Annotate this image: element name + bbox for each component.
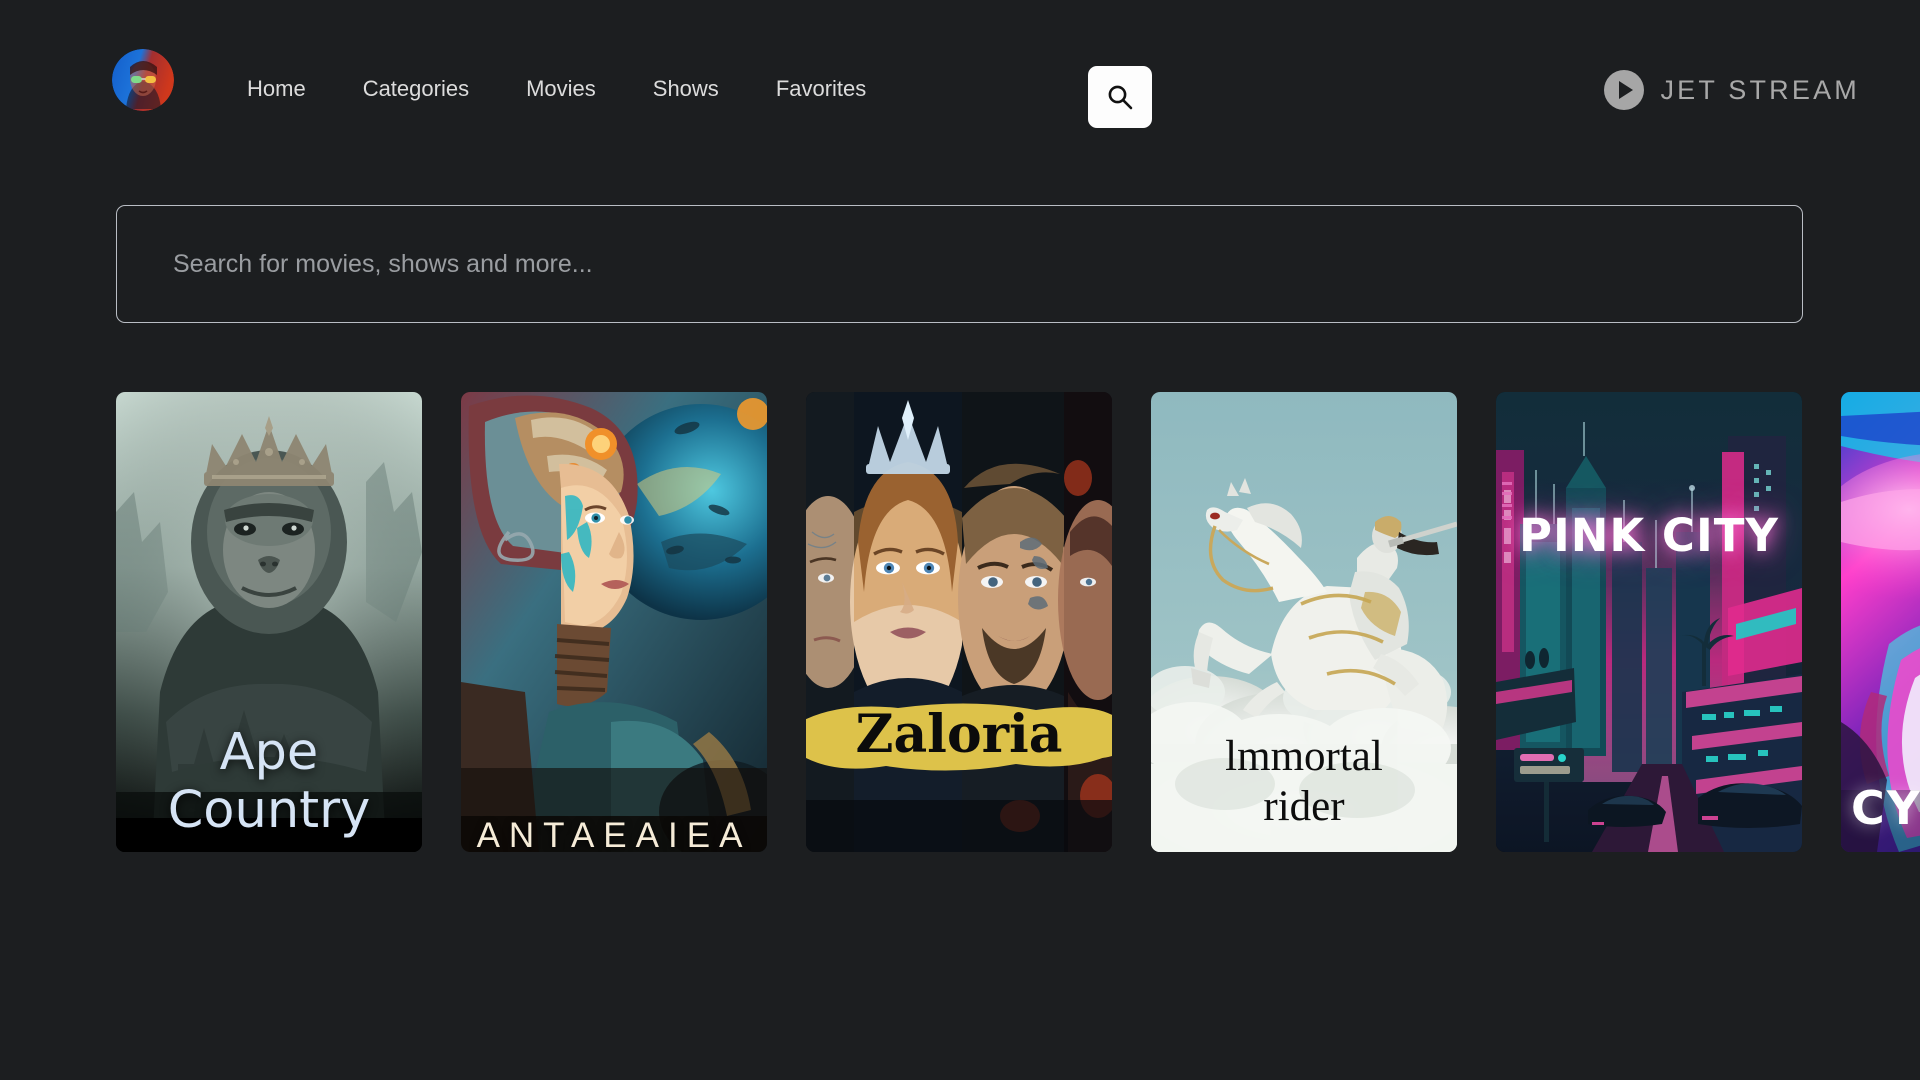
search-input[interactable] — [173, 206, 1802, 322]
brand-logo: JET STREAM — [1604, 70, 1860, 110]
nav-item-movies[interactable]: Movies — [526, 74, 596, 104]
nav-item-categories[interactable]: Categories — [363, 74, 469, 104]
nav-item-favorites[interactable]: Favorites — [776, 74, 866, 104]
movie-card-zaloria[interactable]: Zaloria — [806, 392, 1112, 852]
search-field-wrapper[interactable] — [116, 205, 1803, 323]
nav-item-home[interactable]: Home — [247, 74, 306, 104]
brand-name: JET STREAM — [1660, 74, 1860, 105]
poster-image-pink-city — [1496, 392, 1802, 852]
zaloria-title-banner — [806, 703, 1112, 771]
avatar-logo-icon — [112, 49, 174, 111]
search-toggle-button[interactable] — [1088, 66, 1152, 128]
poster-image-zaloria — [806, 392, 1112, 852]
nav-item-shows[interactable]: Shows — [653, 74, 719, 104]
search-icon — [1108, 85, 1133, 110]
play-circle-icon — [1604, 70, 1645, 110]
avatar-logo[interactable] — [112, 49, 174, 111]
movie-card-cyber-partial[interactable]: CY — [1841, 392, 1920, 852]
movie-card-antaeaiea[interactable]: ANTAEAIEA — [461, 392, 767, 852]
movie-card-ape-country[interactable]: Ape Country — [116, 392, 422, 852]
app-header: Home Categories Movies Shows Favorites J… — [0, 0, 1920, 160]
poster-image-immortal-rider — [1151, 392, 1457, 852]
poster-image-antaeaiea — [461, 392, 767, 852]
movie-carousel[interactable]: Ape Country ANTAEAIEA Zaloria lmmortal r… — [116, 392, 1920, 852]
poster-image-ape-country — [116, 392, 422, 852]
movie-card-immortal-rider[interactable]: lmmortal rider — [1151, 392, 1457, 852]
poster-image-cyber-partial — [1841, 392, 1920, 852]
main-nav: Home Categories Movies Shows Favorites — [247, 74, 866, 104]
movie-card-pink-city[interactable]: PINK CITY — [1496, 392, 1802, 852]
